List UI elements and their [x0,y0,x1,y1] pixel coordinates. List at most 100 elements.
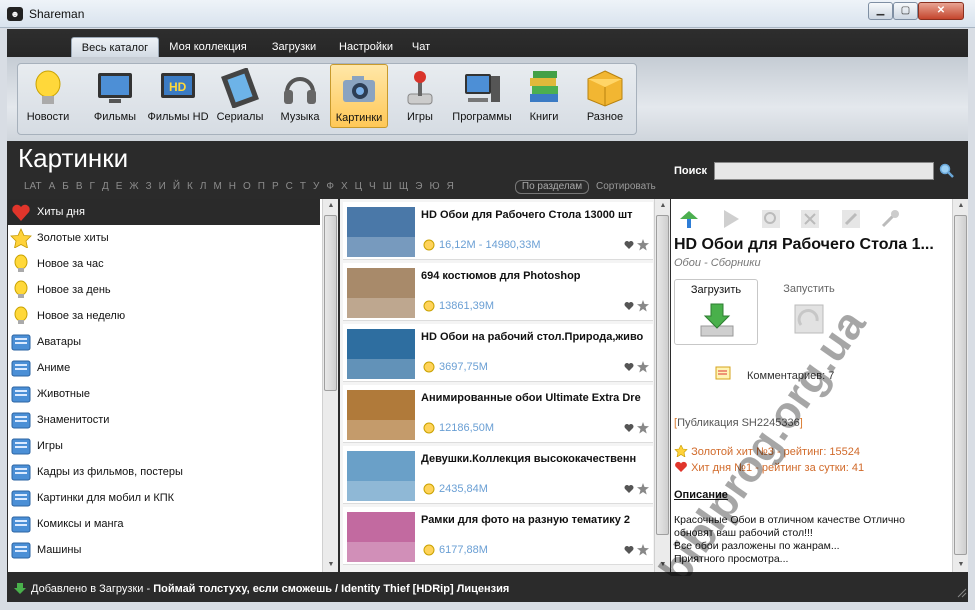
tab-catalog[interactable]: Весь каталог [71,37,159,57]
heart-icon[interactable] [624,423,634,433]
play-icon[interactable] [718,207,742,231]
star-icon[interactable] [637,239,649,251]
item-card[interactable]: HD Обои на рабочий стол.Природа,живо 3697… [343,324,653,382]
category-books[interactable]: Книги [515,64,573,128]
heart-icon[interactable] [624,484,634,494]
alphabet-letter[interactable]: Е [116,181,123,192]
star-icon[interactable] [637,544,649,556]
preview-icon[interactable] [759,207,783,231]
alphabet-letter[interactable]: Т [300,181,306,192]
heart-icon[interactable] [624,362,634,372]
maximize-button[interactable]: ▢ [893,2,918,20]
alphabet-letter[interactable]: LAT [24,181,42,192]
alphabet-letter[interactable]: А [49,181,56,192]
alphabet-letter[interactable]: И [159,181,166,192]
category-movies-hd[interactable]: HD Фильмы HD [147,64,209,128]
alphabet-letter[interactable]: Д [102,181,109,192]
category-list-item[interactable]: Аватары [8,329,320,355]
scroll-up-arrow-icon[interactable]: ▲ [655,199,671,213]
category-list-item[interactable]: Машины [8,537,320,563]
detail-scrollbar[interactable]: ▲ ▼ [952,199,968,572]
scroll-thumb[interactable] [324,215,337,391]
close-button[interactable]: ✕ [918,2,964,20]
category-list-item[interactable]: Комиксы и манга [8,511,320,537]
category-list-item[interactable]: Хиты дня [8,199,320,225]
item-card[interactable]: Рамки для фото на разную тематику 2 6177,… [343,507,653,565]
alphabet-letter[interactable]: Ц [355,181,362,192]
category-list-item[interactable]: Знаменитости [8,407,320,433]
item-card[interactable]: Анимированные обои Ultimate Extra Dre 121… [343,385,653,443]
category-list-item[interactable]: Золотые хиты [8,225,320,251]
tab-settings[interactable]: Настройки [333,37,399,57]
delete-icon[interactable] [798,207,822,231]
alphabet-letter[interactable]: Я [447,181,454,192]
tab-chat[interactable]: Чат [407,37,435,57]
category-list-item[interactable]: Новое за неделю [8,303,320,329]
alphabet-letter[interactable]: Ш [383,181,392,192]
resize-grip-icon[interactable] [955,586,967,598]
alphabet-letter[interactable]: Л [200,181,207,192]
alphabet-letter[interactable]: Б [62,181,69,192]
scroll-down-arrow-icon[interactable]: ▼ [323,558,339,572]
items-scrollbar[interactable]: ▲ ▼ [654,199,670,572]
category-movies[interactable]: Фильмы [86,64,144,128]
star-icon[interactable] [637,361,649,373]
category-games[interactable]: Игры [391,64,449,128]
item-card[interactable]: 694 костюмов для Photoshop 13861,39M [343,263,653,321]
alphabet-letter[interactable]: Ф [326,181,334,192]
search-input[interactable] [714,162,934,180]
category-news[interactable]: Новости [19,64,77,128]
share-icon[interactable] [677,207,701,231]
alphabet-letter[interactable]: Щ [399,181,408,192]
category-programs[interactable]: Программы [451,64,513,128]
category-list-item[interactable]: Новое за час [8,251,320,277]
category-list-item[interactable]: Аниме [8,355,320,381]
alphabet-letter[interactable]: З [146,181,152,192]
scroll-thumb[interactable] [954,215,967,555]
edit-icon[interactable] [839,207,863,231]
star-icon[interactable] [637,300,649,312]
sort-button[interactable]: Сортировать [596,181,656,192]
heart-icon[interactable] [624,545,634,555]
alphabet-letter[interactable]: С [286,181,293,192]
alphabet-letter[interactable]: Ж [129,181,138,192]
by-section-button[interactable]: По разделам [515,180,589,194]
star-icon[interactable] [637,483,649,495]
download-button[interactable]: Загрузить [674,279,758,345]
alphabet-letter[interactable]: М [213,181,221,192]
alphabet-letter[interactable]: О [243,181,251,192]
scroll-thumb[interactable] [656,215,669,535]
category-misc[interactable]: Разное [576,64,634,128]
minimize-button[interactable]: ▁ [868,2,893,20]
category-list-item[interactable]: Игры [8,433,320,459]
alphabet-letter[interactable]: Х [341,181,348,192]
category-list-item[interactable]: Новое за день [8,277,320,303]
alphabet-letter[interactable]: П [258,181,265,192]
alphabet-letter[interactable]: Ю [429,181,439,192]
scroll-down-arrow-icon[interactable]: ▼ [953,558,969,572]
item-card[interactable]: Девушки.Коллекция высококачественн 2435,8… [343,446,653,504]
alphabet-letter[interactable]: Й [173,181,180,192]
category-series[interactable]: Сериалы [211,64,269,128]
alphabet-letter[interactable]: К [187,181,193,192]
category-pictures[interactable]: Картинки [330,64,388,128]
search-icon[interactable] [939,163,955,179]
scroll-up-arrow-icon[interactable]: ▲ [953,199,969,213]
alphabet-letter[interactable]: У [313,181,319,192]
alphabet-letter[interactable]: Э [415,181,422,192]
category-list-item[interactable]: Картинки для мобил и КПК [8,485,320,511]
heart-icon[interactable] [624,240,634,250]
star-icon[interactable] [637,422,649,434]
alphabet-letter[interactable]: Н [229,181,236,192]
alphabet-letter[interactable]: Г [90,181,95,192]
category-music[interactable]: Музыка [271,64,329,128]
comments-icon[interactable] [714,364,734,384]
item-card[interactable]: HD Обои для Рабочего Стола 13000 шт 16,12… [343,202,653,260]
category-list-item[interactable]: Животные [8,381,320,407]
heart-icon[interactable] [624,301,634,311]
left-scrollbar[interactable]: ▲ ▼ [322,199,338,572]
alphabet-letter[interactable]: Ч [369,181,376,192]
alphabet-letter[interactable]: Р [272,181,279,192]
tab-my-collection[interactable]: Моя коллекция [162,37,254,57]
tab-downloads[interactable]: Загрузки [263,37,325,57]
